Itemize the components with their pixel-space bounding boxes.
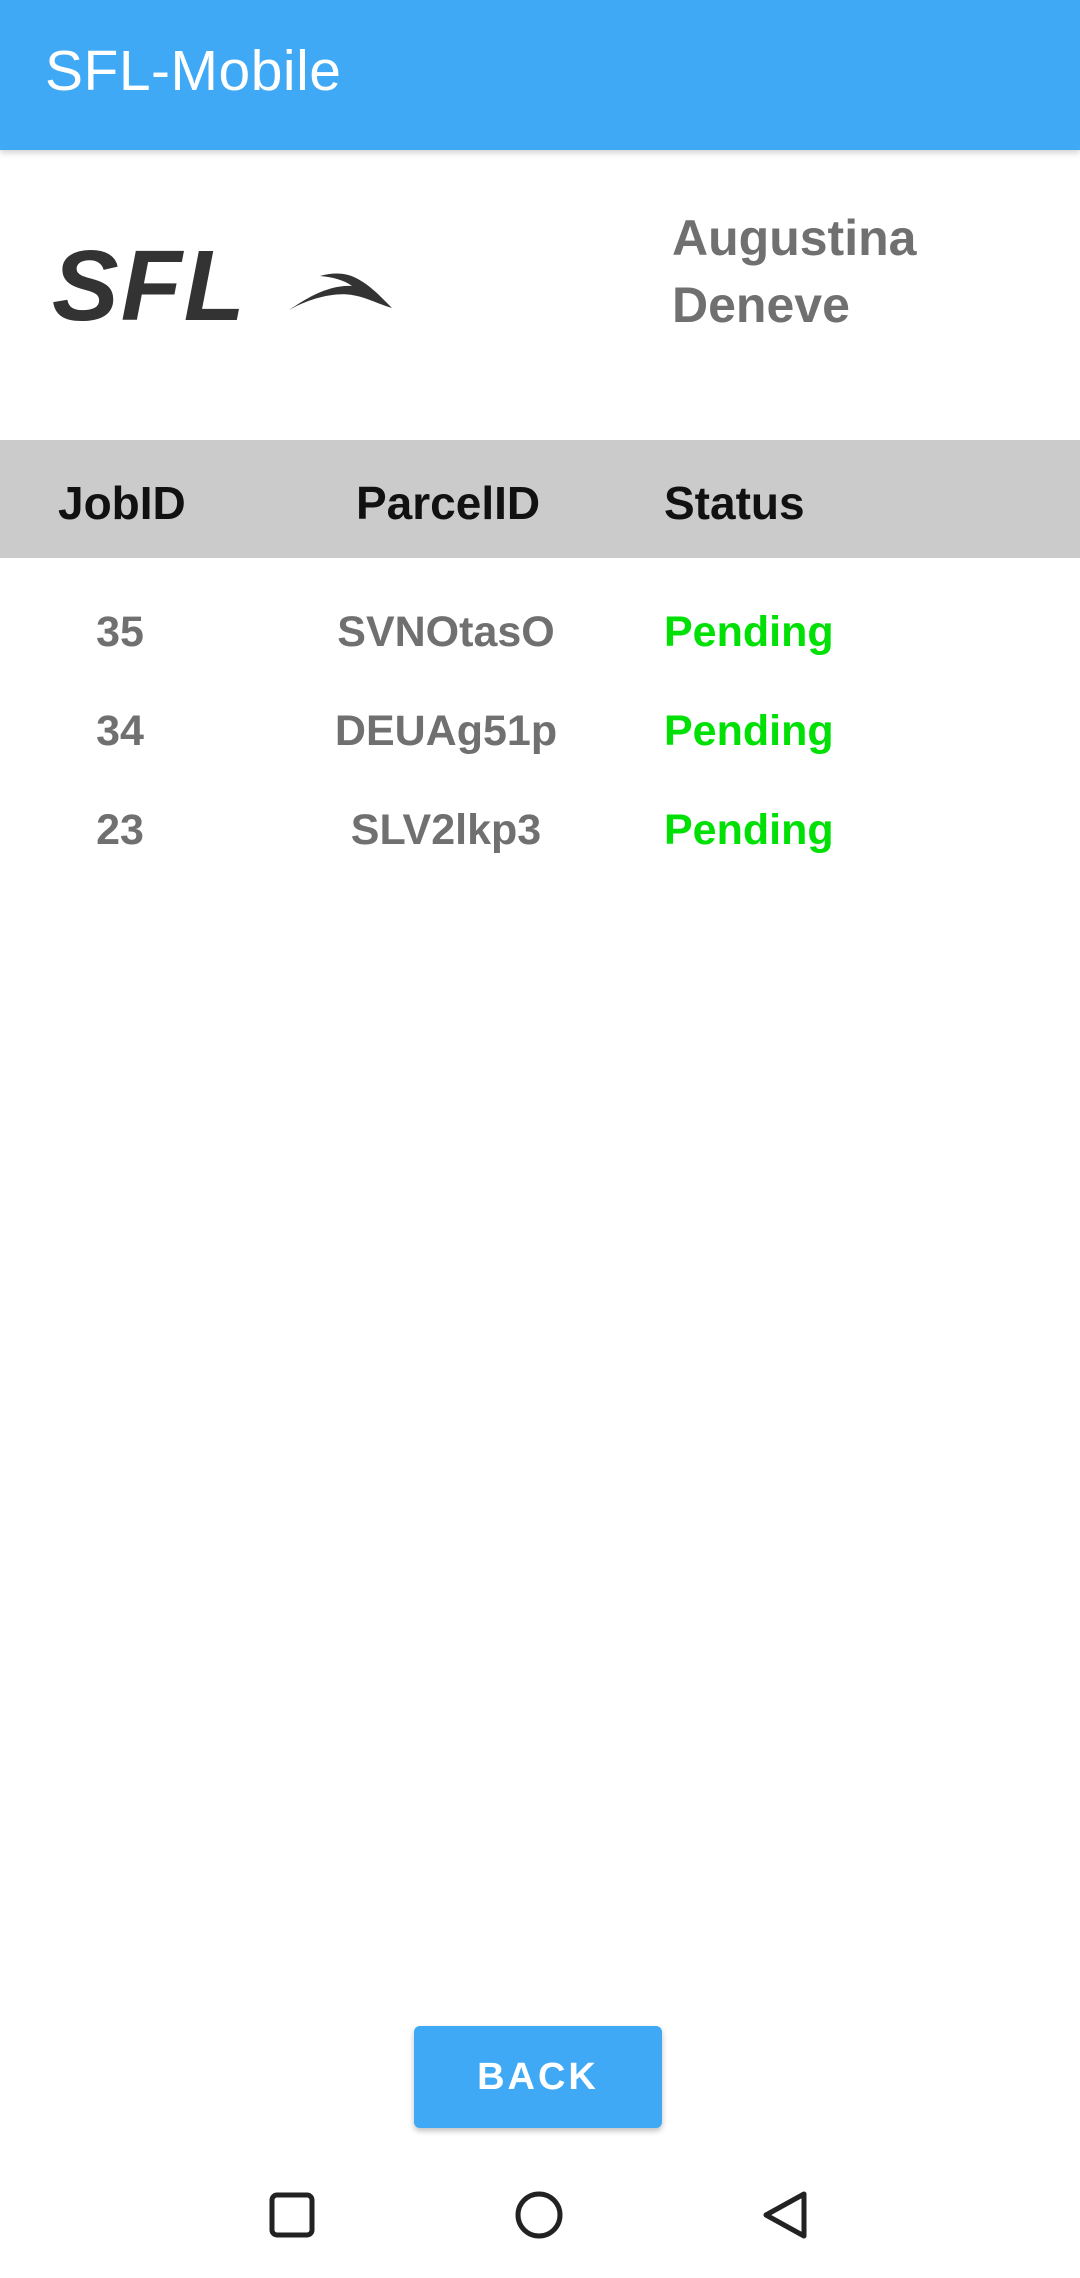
app-title: SFL-Mobile: [45, 39, 342, 103]
recents-square-icon[interactable]: [246, 2170, 336, 2260]
sfl-logo: SFL: [52, 240, 392, 330]
back-button[interactable]: BACK: [414, 2026, 662, 2128]
job-id: 35: [96, 608, 144, 656]
table-row[interactable]: 35 SVNOtasO Pending: [0, 597, 1080, 667]
status-value: Pending: [664, 806, 834, 854]
parcel-id: SLV2lkp3: [350, 806, 542, 854]
table-row[interactable]: 34 DEUAg51p Pending: [0, 696, 1080, 766]
parcel-id: SVNOtasO: [337, 608, 555, 656]
user-name: Augustina Deneve: [672, 205, 1032, 339]
job-id: 34: [96, 707, 144, 755]
user-last-name: Deneve: [672, 277, 850, 333]
status-value: Pending: [664, 608, 834, 656]
table-row[interactable]: 23 SLV2lkp3 Pending: [0, 795, 1080, 865]
svg-text:SFL: SFL: [52, 240, 247, 330]
system-nav-bar: [0, 2170, 1080, 2278]
user-first-name: Augustina: [672, 210, 917, 266]
column-header-status: Status: [664, 477, 805, 529]
job-id: 23: [96, 806, 144, 854]
home-circle-icon[interactable]: [494, 2170, 584, 2260]
app-bar: SFL-Mobile: [0, 0, 1080, 150]
back-triangle-icon[interactable]: [742, 2170, 832, 2260]
status-value: Pending: [664, 707, 834, 755]
column-header-parcelid: ParcelID: [356, 477, 541, 529]
parcel-id: DEUAg51p: [334, 707, 558, 755]
column-header-jobid: JobID: [58, 477, 186, 529]
